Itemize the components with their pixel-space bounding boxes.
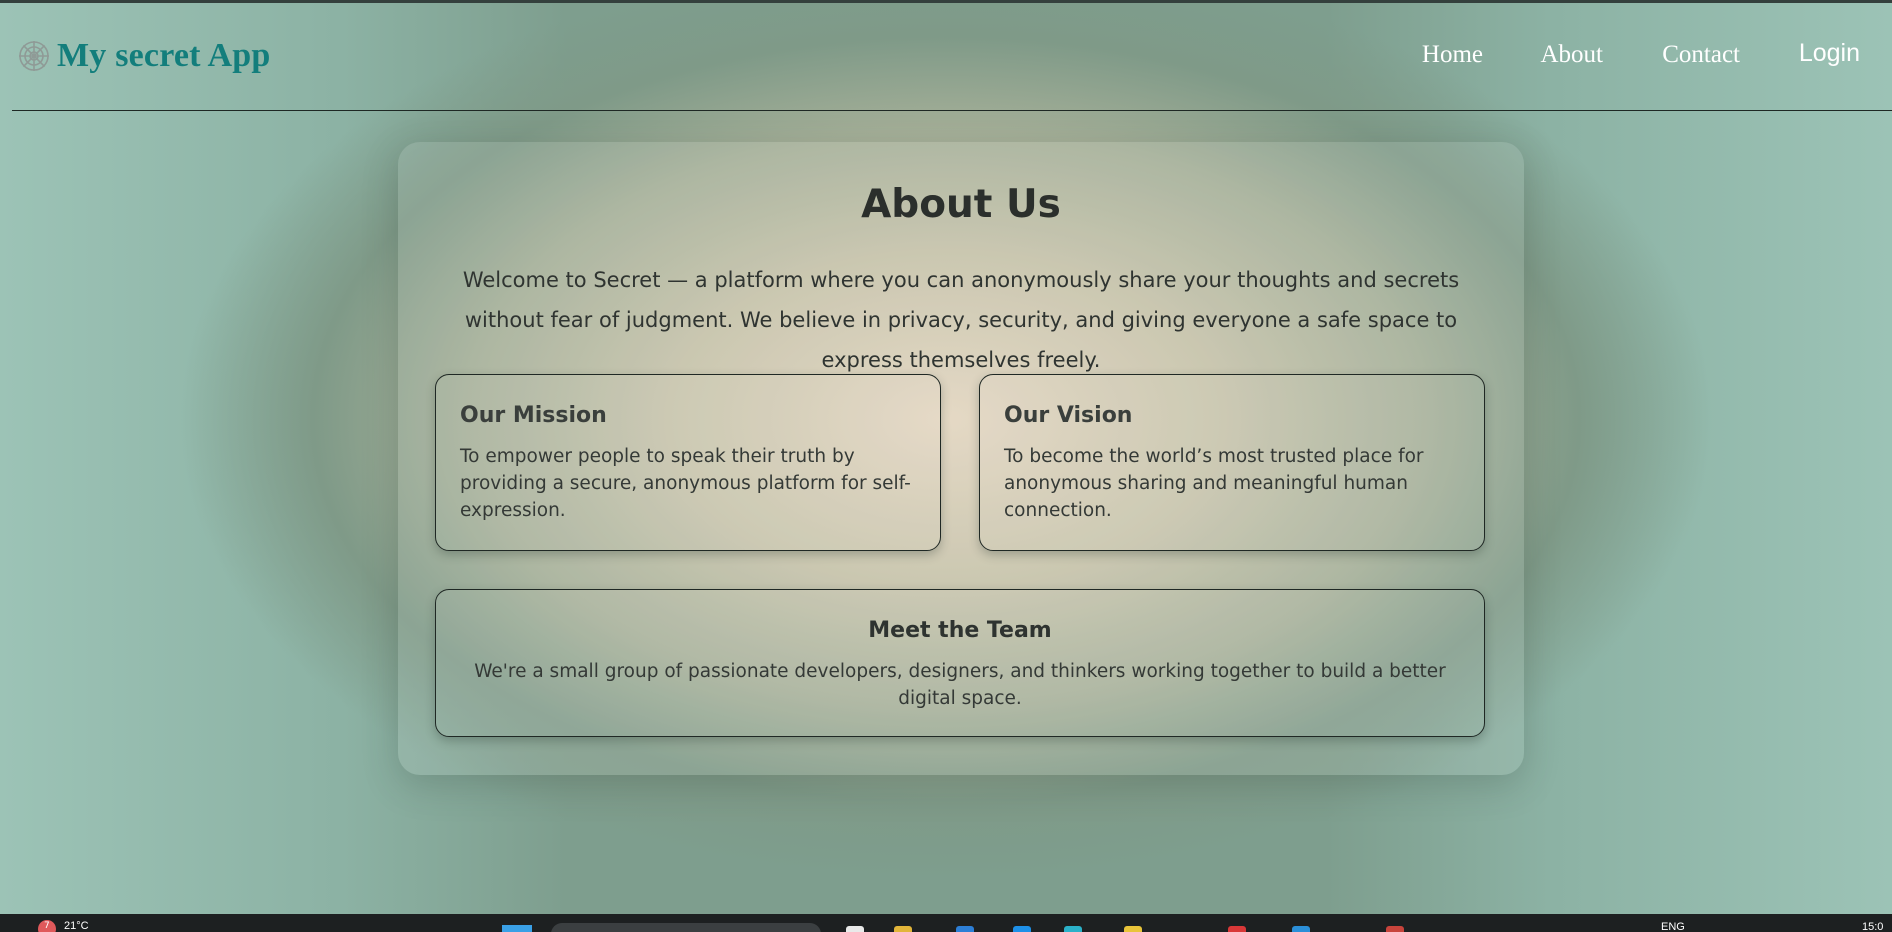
weather-temperature[interactable]: 21°C xyxy=(64,920,89,932)
about-card: About Us Welcome to Secret — a platform … xyxy=(398,142,1524,775)
nav-about-link[interactable]: About xyxy=(1541,41,1604,69)
spiderweb-icon xyxy=(19,41,49,71)
app-icon-chrome[interactable] xyxy=(1228,926,1246,932)
vision-card: Our Vision To become the world’s most tr… xyxy=(979,374,1485,551)
app-icon-vscode[interactable] xyxy=(1292,926,1310,932)
mission-heading: Our Mission xyxy=(460,403,607,428)
app-icon-word[interactable] xyxy=(1013,926,1031,932)
app-icon-explorer[interactable] xyxy=(894,926,912,932)
taskbar-search[interactable] xyxy=(551,923,821,932)
brand[interactable]: My secret App xyxy=(17,37,271,75)
weather-badge: 7 xyxy=(44,921,50,931)
language-indicator[interactable]: ENG xyxy=(1661,921,1685,932)
site-header: My secret App Home About Contact Login xyxy=(0,3,1892,111)
header-divider xyxy=(12,110,1892,111)
team-card: Meet the Team We're a small group of pas… xyxy=(435,589,1485,737)
team-heading: Meet the Team xyxy=(868,618,1052,643)
nav-login-link[interactable]: Login xyxy=(1799,39,1860,68)
clock[interactable]: 15:0 xyxy=(1862,921,1883,932)
app-icon-edge[interactable] xyxy=(1064,926,1082,932)
app-icon-store[interactable] xyxy=(956,926,974,932)
start-icon[interactable] xyxy=(502,925,532,932)
team-text: We're a small group of passionate develo… xyxy=(474,661,1446,709)
vision-text: To become the world’s most trusted place… xyxy=(1004,446,1424,521)
brand-title[interactable]: My secret App xyxy=(57,37,271,75)
nav-home-link[interactable]: Home xyxy=(1422,41,1483,69)
about-intro: Welcome to Secret — a platform where you… xyxy=(462,268,1460,372)
os-taskbar: 7 21°C ENG 15:0 xyxy=(0,914,1892,932)
app-icon-sticky[interactable] xyxy=(1124,926,1142,932)
app-icon-active[interactable] xyxy=(1386,926,1404,932)
mission-card: Our Mission To empower people to speak t… xyxy=(435,374,941,551)
nav-contact-link[interactable]: Contact xyxy=(1662,41,1740,69)
vision-heading: Our Vision xyxy=(1004,403,1133,428)
mission-text: To empower people to speak their truth b… xyxy=(460,446,911,521)
page-title: About Us xyxy=(861,182,1061,227)
app-icon-notepad[interactable] xyxy=(846,926,864,932)
